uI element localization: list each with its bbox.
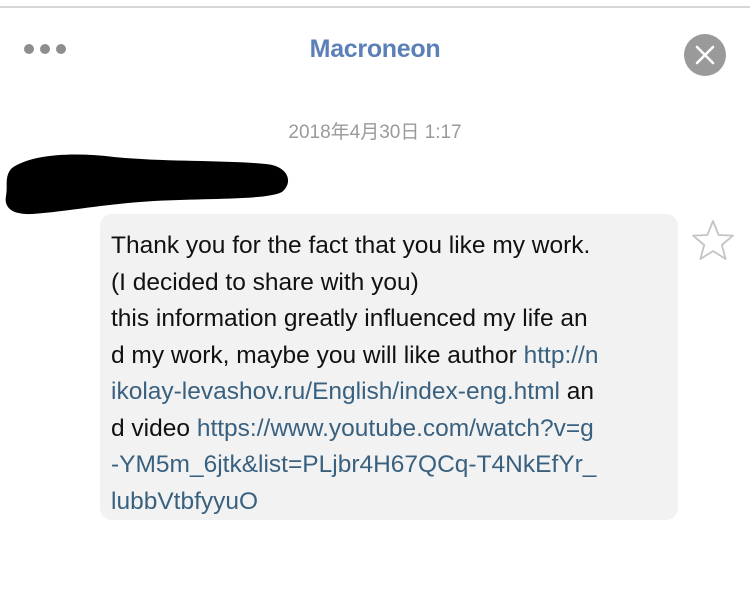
message-text-segment: an — [559, 378, 594, 405]
message-line: this information greatly influenced my l… — [111, 301, 668, 338]
header-bar: Macroneon — [0, 8, 750, 92]
message-link[interactable]: http://n — [524, 342, 599, 369]
message-view: Macroneon 2018年4月30日 1:17 Thank you for … — [0, 0, 750, 593]
message-text-segment: Thank you for the fact that you like my … — [111, 232, 591, 259]
message-line: lubbVtbfyyuO — [111, 484, 668, 521]
message-text-segment: d my work, maybe you will like author — [111, 341, 524, 369]
message-text-segment: this information greatly influenced my l… — [111, 305, 588, 332]
message-line: d my work, maybe you will like author ht… — [111, 338, 668, 375]
message-timestamp: 2018年4月30日 1:17 — [288, 122, 462, 143]
close-button[interactable] — [684, 34, 726, 76]
message-link[interactable]: -YM5m_6jtk&list=PLjbr4H67QCq-T4NkEfYr_ — [111, 451, 596, 478]
conversation-title: Macroneon — [309, 35, 441, 63]
message-link[interactable]: ikolay-levashov.ru/English/index-eng.htm… — [111, 378, 560, 405]
message-text-segment: (I decided to share with you) — [111, 268, 419, 296]
message-link[interactable]: https://www.youtube.com/watch?v=g — [197, 415, 594, 442]
message-line: ikolay-levashov.ru/English/index-eng.htm… — [111, 374, 668, 411]
message-line: Thank you for the fact that you like my … — [111, 228, 668, 265]
star-outline-icon — [692, 220, 734, 260]
message-bubble: Thank you for the fact that you like my … — [100, 214, 678, 520]
favorite-button[interactable] — [691, 219, 735, 261]
message-line: -YM5m_6jtk&list=PLjbr4H67QCq-T4NkEfYr_ — [111, 447, 668, 484]
message-text: Thank you for the fact that you like my … — [111, 228, 668, 520]
message-text-segment: d video — [111, 414, 197, 442]
redacted-sender-name — [5, 154, 289, 215]
message-link[interactable]: lubbVtbfyyuO — [111, 488, 258, 515]
message-line: d video https://www.youtube.com/watch?v=… — [111, 411, 668, 448]
message-line: (I decided to share with you) — [111, 265, 668, 302]
close-icon — [695, 45, 715, 65]
